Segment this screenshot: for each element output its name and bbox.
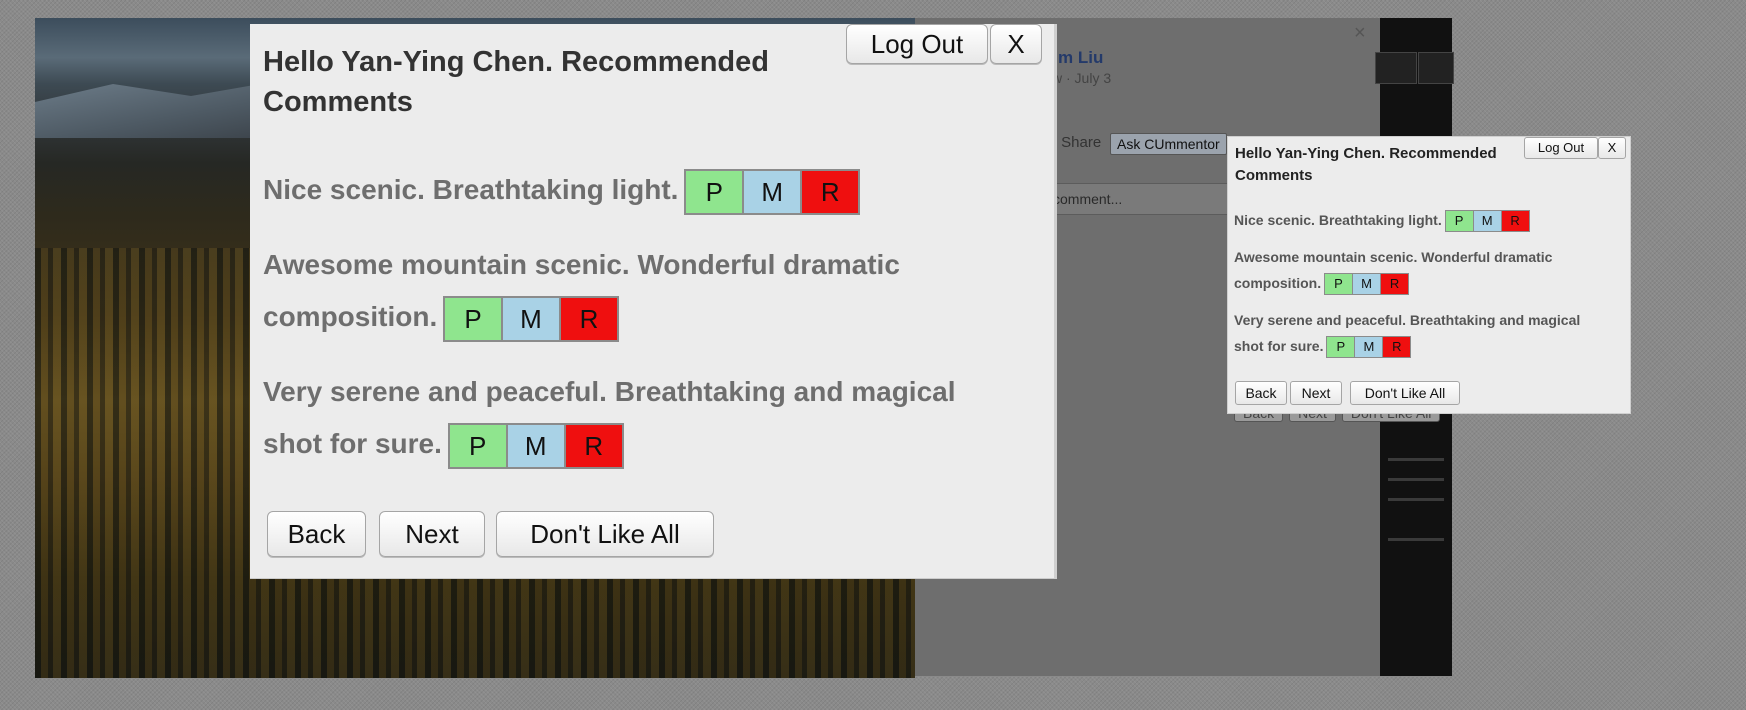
logout-button[interactable]: Log Out [846, 24, 988, 64]
next-button[interactable]: Next [1290, 381, 1342, 405]
post-date[interactable]: w · July 3 [1052, 70, 1111, 86]
comment-text-line1: Awesome mountain scenic. Wonderful drama… [1234, 249, 1553, 265]
comment-text-line2: shot for sure. [1234, 338, 1324, 354]
reject-vote-button[interactable]: R [559, 295, 620, 342]
positive-vote-button[interactable]: P [447, 422, 508, 469]
back-button[interactable]: Back [267, 511, 366, 557]
dont-like-all-button[interactable]: Don't Like All [496, 511, 714, 557]
dialog-title: Hello Yan-Ying Chen. Recommended Comment… [1235, 145, 1497, 184]
post-author[interactable]: m Liu [1058, 48, 1103, 68]
close-button[interactable]: X [1598, 137, 1626, 159]
reject-vote-button[interactable]: R [1500, 210, 1530, 233]
comment-input[interactable]: comment... [1045, 183, 1243, 215]
mild-vote-button[interactable]: M [505, 422, 566, 469]
comment-text: Nice scenic. Breathtaking light. [263, 174, 679, 205]
mild-vote-button[interactable]: M [1472, 210, 1502, 233]
comment-suggestion[interactable]: Awesome mountain scenic. Wonderful drama… [263, 239, 900, 291]
comment-suggestion[interactable]: Nice scenic. Breathtaking light. PMR [263, 164, 861, 216]
comment-suggestion-cont[interactable]: shot for sure. PMR [263, 418, 624, 470]
logout-button[interactable]: Log Out [1524, 137, 1598, 159]
back-button[interactable]: Back [1235, 381, 1287, 405]
comment-text-line1: Very serene and peaceful. Breathtaking a… [263, 376, 956, 407]
fb-header-button[interactable] [1418, 52, 1454, 84]
mild-vote-button[interactable]: M [501, 295, 562, 342]
sidebar-line [1388, 498, 1444, 501]
reject-vote-button[interactable]: R [1382, 336, 1412, 359]
close-button[interactable]: X [990, 24, 1042, 64]
comment-suggestion-cont[interactable]: composition. PMR [263, 291, 620, 343]
sidebar-line [1388, 458, 1444, 461]
comment-text-line2: composition. [1234, 275, 1322, 291]
comment-suggestion-cont[interactable]: composition. PMR [1234, 270, 1410, 296]
reject-vote-button[interactable]: R [563, 422, 624, 469]
comment-suggestion[interactable]: Very serene and peaceful. Breathtaking a… [263, 366, 956, 418]
fb-close-icon[interactable]: × [1354, 22, 1366, 45]
comment-text: Nice scenic. Breathtaking light. [1234, 212, 1442, 228]
positive-vote-button[interactable]: P [1326, 336, 1356, 359]
next-button[interactable]: Next [379, 511, 485, 557]
reject-vote-button[interactable]: R [800, 168, 861, 215]
dialog-title: Hello Yan-Ying Chen. Recommended Comment… [263, 46, 769, 118]
comment-text-line1: Very serene and peaceful. Breathtaking a… [1234, 312, 1581, 328]
fb-header-button[interactable] [1375, 52, 1417, 84]
comment-text-line2: shot for sure. [263, 428, 442, 459]
positive-vote-button[interactable]: P [1444, 210, 1474, 233]
comment-text-line2: composition. [263, 301, 438, 332]
comment-suggestion[interactable]: Awesome mountain scenic. Wonderful drama… [1234, 244, 1552, 270]
ask-cummentor-button[interactable]: Ask CUmmentor [1110, 133, 1227, 155]
comment-text-line1: Awesome mountain scenic. Wonderful drama… [263, 249, 900, 280]
positive-vote-button[interactable]: P [1324, 273, 1354, 296]
recommended-comments-dialog-small: Hello Yan-Ying Chen. Recommended Comment… [1227, 136, 1631, 414]
comment-suggestion-cont[interactable]: shot for sure. PMR [1234, 333, 1412, 359]
mild-vote-button[interactable]: M [1352, 273, 1382, 296]
sidebar-line [1388, 478, 1444, 481]
positive-vote-button[interactable]: P [443, 295, 504, 342]
comment-suggestion[interactable]: Very serene and peaceful. Breathtaking a… [1234, 307, 1580, 333]
positive-vote-button[interactable]: P [684, 168, 745, 215]
share-link[interactable]: · Share [1052, 134, 1101, 151]
recommended-comments-dialog: Hello Yan-Ying Chen. Recommended Comment… [250, 24, 1057, 579]
dont-like-all-button[interactable]: Don't Like All [1350, 381, 1460, 405]
comment-suggestion[interactable]: Nice scenic. Breathtaking light. PMR [1234, 207, 1530, 233]
mild-vote-button[interactable]: M [742, 168, 803, 215]
mild-vote-button[interactable]: M [1354, 336, 1384, 359]
reject-vote-button[interactable]: R [1380, 273, 1410, 296]
sidebar-line [1388, 538, 1444, 541]
